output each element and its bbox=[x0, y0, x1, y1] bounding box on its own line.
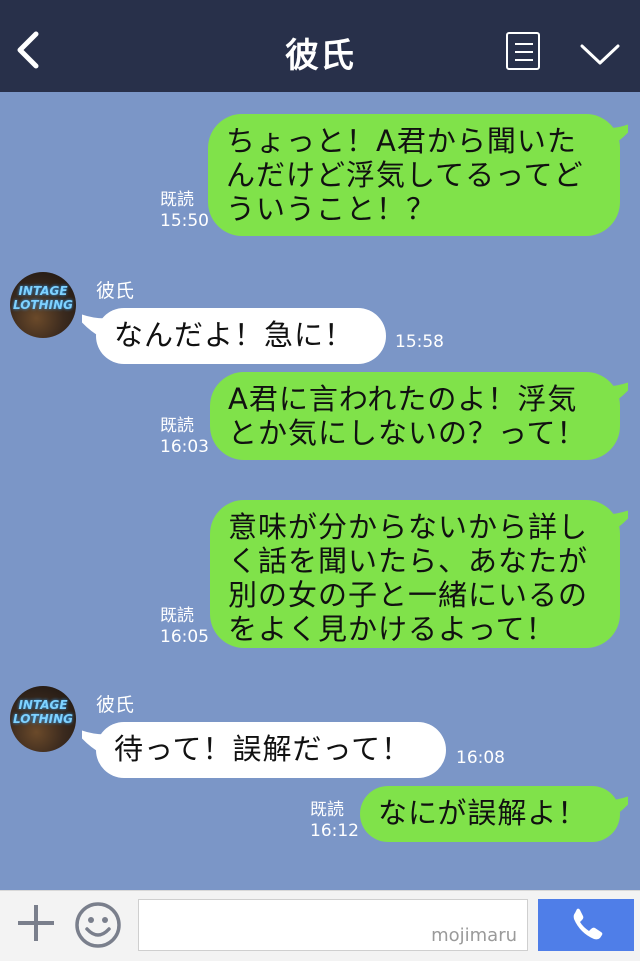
watermark-text: mojimaru bbox=[431, 925, 517, 946]
avatar-text-line1: INTAGE bbox=[18, 284, 68, 298]
message-bubble-out[interactable]: なにが誤解よ！ bbox=[360, 786, 620, 842]
message-time: 15:58 bbox=[395, 332, 444, 352]
read-receipt: 既読 15:50 bbox=[160, 190, 209, 231]
message-bubble-out[interactable]: 意味が分からないから詳し く話を聞いたら、あなたが 別の女の子と一緒にいるの を… bbox=[210, 500, 620, 648]
message-time: 16:08 bbox=[456, 748, 505, 768]
read-receipt: 既読 16:03 bbox=[160, 416, 209, 457]
avatar-text-line2: LOTHING bbox=[12, 712, 73, 726]
sender-name: 彼氏 bbox=[96, 280, 135, 302]
chat-header: 彼氏 bbox=[0, 0, 640, 92]
chevron-down-icon[interactable] bbox=[580, 44, 620, 66]
chat-title: 彼氏 bbox=[285, 36, 355, 76]
call-button[interactable] bbox=[538, 899, 634, 951]
avatar-text-line1: INTAGE bbox=[18, 698, 68, 712]
avatar[interactable]: INTAGE LOTHING bbox=[10, 272, 76, 338]
message-bubble-in[interactable]: 待って！誤解だって！ bbox=[96, 722, 446, 778]
emoji-icon[interactable] bbox=[74, 901, 122, 949]
read-receipt: 既読 16:12 bbox=[310, 800, 359, 841]
sender-name: 彼氏 bbox=[96, 694, 135, 716]
phone-icon bbox=[573, 908, 603, 940]
avatar[interactable]: INTAGE LOTHING bbox=[10, 686, 76, 752]
message-bubble-in[interactable]: なんだよ！急に！ bbox=[96, 308, 386, 364]
menu-icon[interactable] bbox=[506, 32, 540, 70]
plus-icon[interactable] bbox=[14, 901, 58, 945]
message-bubble-out[interactable]: ちょっと！A君から聞いた んだけど浮気してるってど ういうこと！？ bbox=[208, 114, 620, 236]
message-input[interactable]: mojimaru bbox=[138, 899, 528, 951]
input-bar: mojimaru bbox=[0, 890, 640, 961]
read-receipt: 既読 16:05 bbox=[160, 606, 209, 647]
message-bubble-out[interactable]: A君に言われたのよ！浮気 とか気にしないの？って！ bbox=[210, 372, 620, 460]
chat-area[interactable]: 既読 15:50 ちょっと！A君から聞いた んだけど浮気してるってど ういうこと！… bbox=[0, 92, 640, 890]
avatar-text-line2: LOTHING bbox=[12, 298, 73, 312]
